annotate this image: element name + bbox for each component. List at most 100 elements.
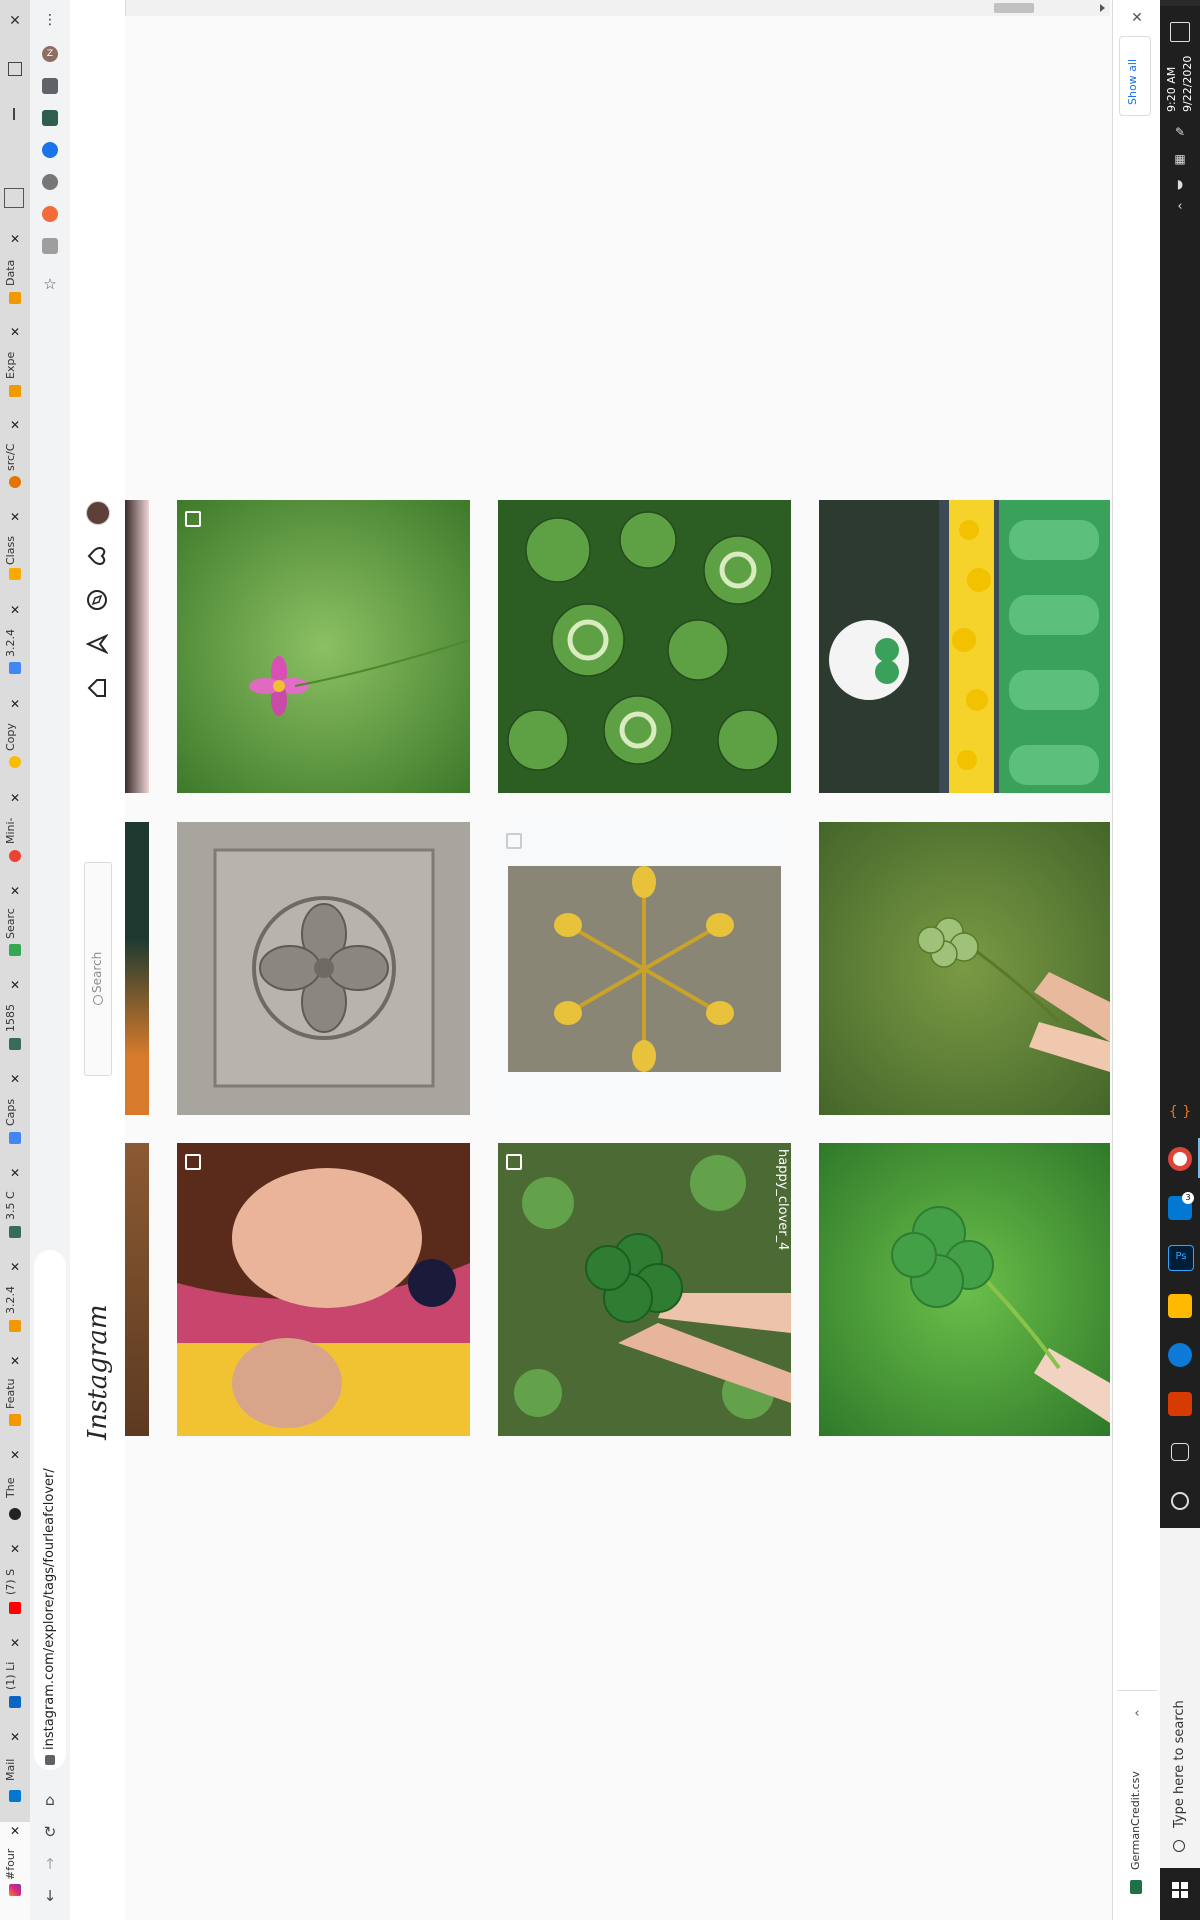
taskbar-search-box[interactable]: Type here to search bbox=[1160, 1528, 1200, 1868]
taskbar-search-placeholder[interactable]: Type here to search bbox=[1172, 1538, 1190, 1828]
menu-icon[interactable]: ⋮ bbox=[40, 12, 60, 28]
tab-label[interactable]: Mail bbox=[4, 1749, 26, 1791]
tab-close-icon[interactable]: ✕ bbox=[8, 884, 22, 898]
file-explorer-app-icon[interactable] bbox=[1168, 1294, 1192, 1318]
tab-label[interactable]: Copy bbox=[4, 716, 26, 758]
show-all-button[interactable]: Show all bbox=[1119, 36, 1151, 116]
direct-message-icon[interactable] bbox=[86, 633, 108, 655]
extension-icon[interactable] bbox=[42, 174, 58, 190]
tab-label[interactable]: Class bbox=[4, 530, 26, 572]
tab-label[interactable]: 3.2.4 bbox=[4, 1279, 26, 1321]
extension-icon[interactable] bbox=[42, 206, 58, 222]
edge-app-icon[interactable] bbox=[1168, 1343, 1192, 1367]
post-thumbnail[interactable] bbox=[125, 822, 149, 1115]
tab-label[interactable]: Mini- bbox=[4, 810, 26, 852]
tab-close-icon[interactable]: ✕ bbox=[8, 1542, 22, 1556]
bookmark-star-icon[interactable]: ☆ bbox=[42, 276, 58, 292]
post-thumbnail[interactable] bbox=[177, 500, 470, 793]
tab-label[interactable]: (7) S bbox=[4, 1561, 26, 1603]
tab-label[interactable]: (1) Li bbox=[4, 1655, 26, 1697]
chevron-up-icon[interactable]: ‹ bbox=[1173, 200, 1187, 214]
brackets-app-icon[interactable]: { } bbox=[1168, 1100, 1192, 1124]
close-shelf-icon[interactable]: ✕ bbox=[1129, 10, 1145, 26]
post-thumbnail[interactable] bbox=[498, 822, 791, 1115]
profile-avatar[interactable]: Z bbox=[42, 46, 58, 62]
task-view-icon[interactable] bbox=[1171, 1443, 1189, 1461]
window-minimize-icon[interactable] bbox=[13, 108, 15, 120]
tab-close-icon[interactable]: ✕ bbox=[8, 1824, 22, 1838]
post-thumbnail[interactable] bbox=[125, 500, 149, 793]
show-all-label[interactable]: Show all bbox=[1126, 49, 1144, 105]
home-icon[interactable]: ⌂ bbox=[42, 1792, 58, 1808]
notifications-icon[interactable] bbox=[1170, 22, 1190, 42]
tab-label[interactable]: Expe bbox=[4, 344, 26, 386]
reload-icon[interactable]: ↻ bbox=[42, 1824, 58, 1840]
lock-icon[interactable] bbox=[45, 1755, 55, 1765]
tab-close-icon[interactable]: ✕ bbox=[8, 325, 22, 339]
tab-label[interactable]: src/C bbox=[4, 436, 26, 478]
network-icon[interactable]: ▦ bbox=[1173, 152, 1187, 166]
forward-icon[interactable]: ↑ bbox=[42, 1856, 58, 1872]
address-bar[interactable]: instagram.com/explore/tags/fourleafclove… bbox=[34, 1250, 66, 1770]
scroll-thumb[interactable] bbox=[994, 3, 1034, 13]
cortana-icon[interactable] bbox=[1171, 1492, 1189, 1510]
tab-search-icon[interactable] bbox=[4, 188, 24, 208]
instagram-logo[interactable]: Instagram bbox=[83, 1304, 113, 1440]
tab-close-icon[interactable]: ✕ bbox=[8, 1072, 22, 1086]
chrome-app-icon[interactable] bbox=[1168, 1147, 1192, 1171]
windows-start-icon[interactable] bbox=[1172, 1882, 1188, 1898]
window-close-icon[interactable]: ✕ bbox=[6, 14, 24, 28]
extension-icon[interactable] bbox=[42, 142, 58, 158]
tab-label[interactable]: 3.5 C bbox=[4, 1185, 26, 1227]
tab-close-icon[interactable]: ✕ bbox=[8, 1166, 22, 1180]
tab-label[interactable]: The bbox=[4, 1467, 26, 1509]
download-filename[interactable]: GermanCredit.csv bbox=[1129, 1740, 1145, 1870]
tab-close-icon[interactable]: ✕ bbox=[8, 1730, 22, 1744]
clock[interactable]: 9:20 AM 9/22/2020 bbox=[1164, 52, 1196, 112]
tab-close-icon[interactable]: ✕ bbox=[8, 418, 22, 432]
tab-close-icon[interactable]: ✕ bbox=[8, 603, 22, 617]
profile-avatar[interactable] bbox=[86, 501, 110, 525]
show-desktop-button[interactable] bbox=[1160, 0, 1200, 6]
post-thumbnail[interactable] bbox=[177, 822, 470, 1115]
post-thumbnail[interactable] bbox=[819, 822, 1110, 1115]
activity-heart-icon[interactable] bbox=[86, 545, 108, 567]
post-thumbnail[interactable]: happy_clover_4 bbox=[498, 1143, 791, 1436]
photoshop-app-icon[interactable]: Ps bbox=[1168, 1245, 1194, 1271]
search-input[interactable]: Search bbox=[84, 862, 112, 1076]
pen-icon[interactable]: ✎ bbox=[1173, 125, 1187, 139]
tab-close-icon[interactable]: ✕ bbox=[8, 1448, 22, 1462]
address-bar-url[interactable]: instagram.com/explore/tags/fourleafclove… bbox=[42, 1260, 58, 1750]
post-thumbnail[interactable] bbox=[177, 1143, 470, 1436]
tab-close-icon[interactable]: ✕ bbox=[8, 1354, 22, 1368]
scroll-right-icon[interactable] bbox=[1100, 4, 1105, 12]
office-app-icon[interactable] bbox=[1168, 1392, 1192, 1416]
tab-label[interactable]: 3.2.4 bbox=[4, 622, 26, 664]
tab-label[interactable]: Caps bbox=[4, 1091, 26, 1133]
tab-label[interactable]: 1585 bbox=[4, 997, 26, 1039]
tab-label[interactable]: Data bbox=[4, 252, 26, 294]
extension-icon[interactable] bbox=[42, 110, 58, 126]
post-thumbnail[interactable] bbox=[819, 1143, 1110, 1436]
tab-label[interactable]: #four bbox=[4, 1843, 26, 1885]
tab-close-icon[interactable]: ✕ bbox=[8, 791, 22, 805]
download-item[interactable]: GermanCredit.csv bbox=[1121, 1740, 1151, 1900]
explore-compass-icon[interactable] bbox=[86, 589, 108, 611]
post-thumbnail[interactable] bbox=[125, 1143, 149, 1436]
tab-label[interactable]: Searc bbox=[4, 903, 26, 945]
post-thumbnail[interactable] bbox=[819, 500, 1110, 793]
tab-close-icon[interactable]: ✕ bbox=[8, 697, 22, 711]
horizontal-scrollbar[interactable] bbox=[70, 0, 1110, 17]
tab-close-icon[interactable]: ✕ bbox=[8, 978, 22, 992]
chevron-icon[interactable]: ‹ bbox=[1129, 1706, 1145, 1722]
back-icon[interactable]: ↓ bbox=[42, 1888, 58, 1904]
tab-close-icon[interactable]: ✕ bbox=[8, 1260, 22, 1274]
outlook-app-icon[interactable]: 3 bbox=[1168, 1192, 1194, 1220]
tab-label[interactable]: Featu bbox=[4, 1373, 26, 1415]
extension-icon[interactable] bbox=[42, 238, 58, 254]
home-icon[interactable] bbox=[86, 677, 108, 699]
window-restore-icon[interactable] bbox=[8, 62, 22, 76]
post-thumbnail[interactable] bbox=[498, 500, 791, 793]
volume-icon[interactable]: ◗ bbox=[1173, 178, 1187, 190]
tab-close-icon[interactable]: ✕ bbox=[8, 1636, 22, 1650]
